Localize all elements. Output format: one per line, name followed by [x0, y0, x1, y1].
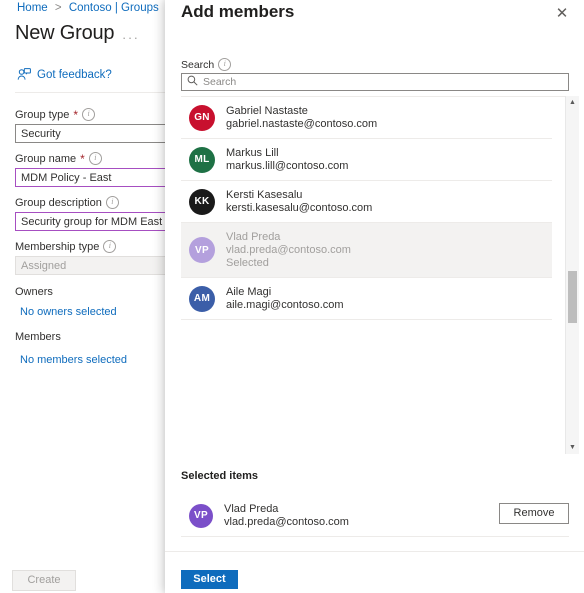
field-group-type: Group type * i Security: [15, 108, 172, 143]
scroll-up-icon[interactable]: ▲: [566, 96, 579, 109]
selected-item-email: vlad.preda@contoso.com: [224, 516, 349, 528]
group-name-input[interactable]: MDM Policy - East: [15, 168, 172, 187]
field-group-name-label: Group name * i: [15, 152, 172, 165]
scrollbar-thumb[interactable]: [568, 271, 577, 323]
select-button[interactable]: Select: [181, 570, 238, 589]
list-item-email: aile.magi@contoso.com: [226, 299, 344, 311]
list-item[interactable]: KK Kersti Kasesalu kersti.kasesalu@contoso…: [181, 181, 552, 223]
field-membership-type: Membership type i Assigned: [15, 240, 172, 275]
list-item-name: Kersti Kasesalu: [226, 189, 303, 201]
search-icon: [187, 75, 198, 89]
list-item-name: Vlad Preda: [226, 231, 281, 243]
info-icon[interactable]: i: [103, 240, 117, 253]
panel-title: Add members: [181, 2, 295, 21]
field-membership-type-label: Membership type i: [15, 240, 172, 253]
group-description-input[interactable]: Security group for MDM East: [15, 212, 172, 231]
members-heading: Members: [15, 331, 61, 343]
avatar: VP: [189, 503, 213, 528]
list-item-text: Gabriel Nastaste gabriel.nastaste@contoso…: [226, 105, 377, 130]
breadcrumb: Home > Contoso | Groups > Gr: [17, 2, 172, 14]
search-label-text: Search: [181, 58, 215, 71]
search-placeholder: Search: [203, 76, 237, 88]
info-icon[interactable]: i: [218, 58, 232, 71]
header-divider: [15, 92, 172, 93]
list-item-email: markus.lill@contoso.com: [226, 160, 349, 172]
breadcrumb-separator: >: [54, 2, 62, 14]
membership-type-select: Assigned: [15, 256, 172, 275]
list-item-email: vlad.preda@contoso.com: [226, 244, 351, 256]
breadcrumb-item-contoso-groups[interactable]: Contoso | Groups: [69, 2, 159, 14]
list-item[interactable]: ML Markus Lill markus.lill@contoso.com: [181, 139, 552, 181]
feedback-icon: [17, 68, 31, 81]
list-item-name: Gabriel Nastaste: [226, 105, 308, 117]
people-list[interactable]: GN Gabriel Nastaste gabriel.nastaste@conto…: [181, 96, 569, 455]
list-item-email: kersti.kasesalu@contoso.com: [226, 202, 373, 214]
info-icon[interactable]: i: [82, 108, 96, 121]
remove-button[interactable]: Remove: [499, 503, 569, 524]
avatar: AM: [189, 285, 215, 312]
search-label: Search i: [181, 58, 232, 71]
selected-item-row: VP Vlad Preda vlad.preda@contoso.com Rem…: [181, 495, 569, 537]
new-group-page: Home > Contoso | Groups > Gr New Group ·…: [0, 0, 172, 593]
list-item-text: Aile Magi aile.magi@contoso.com: [226, 286, 344, 311]
list-item-email: gabriel.nastaste@contoso.com: [226, 118, 378, 130]
owners-select-link[interactable]: No owners selected: [20, 306, 117, 318]
field-group-description-label: Group description i: [15, 196, 172, 209]
field-group-name: Group name * i MDM Policy - East: [15, 152, 172, 187]
label-text: Group description: [15, 196, 102, 209]
list-item-state: Selected: [226, 257, 269, 269]
more-options-button[interactable]: ···: [122, 30, 140, 45]
field-group-description: Group description i Security group for M…: [15, 196, 172, 231]
owners-heading: Owners: [15, 286, 53, 298]
info-icon[interactable]: i: [105, 196, 119, 209]
breadcrumb-home[interactable]: Home: [17, 2, 48, 14]
required-asterisk: *: [80, 151, 85, 166]
got-feedback-link[interactable]: Got feedback?: [17, 68, 112, 81]
close-icon[interactable]: ✕: [552, 4, 572, 24]
page-title: New Group: [15, 22, 115, 44]
selected-item-text: Vlad Preda vlad.preda@contoso.com: [224, 503, 349, 528]
avatar: VP: [189, 237, 215, 263]
label-text: Group type: [15, 108, 70, 121]
list-item[interactable]: AM Aile Magi aile.magi@contoso.com: [181, 278, 552, 320]
required-asterisk: *: [73, 107, 79, 122]
list-item[interactable]: GN Gabriel Nastaste gabriel.nastaste@conto…: [181, 97, 552, 139]
list-item[interactable]: VP Vlad Preda vlad.preda@contoso.com Select…: [181, 223, 552, 278]
got-feedback-label: Got feedback?: [37, 68, 112, 81]
list-item-name: Aile Magi: [226, 286, 272, 298]
field-group-type-label: Group type * i: [15, 108, 172, 121]
label-text: Membership type: [15, 240, 100, 253]
scroll-down-icon[interactable]: ▼: [566, 441, 579, 454]
list-item-name: Markus Lill: [226, 147, 279, 159]
members-select-link[interactable]: No members selected: [20, 354, 127, 366]
selected-item-name: Vlad Preda: [224, 503, 279, 515]
info-icon[interactable]: i: [88, 152, 102, 165]
group-type-select[interactable]: Security: [15, 124, 172, 143]
list-item-text: Markus Lill markus.lill@contoso.com: [226, 147, 348, 172]
list-item-text: Vlad Preda vlad.preda@contoso.com Selected: [226, 231, 351, 269]
search-input[interactable]: Search: [181, 73, 569, 91]
people-list-scrollbar[interactable]: ▲ ▼: [565, 96, 579, 454]
list-item-text: Kersti Kasesalu kersti.kasesalu@contoso.c…: [226, 189, 372, 214]
create-button: Create: [12, 570, 76, 591]
label-text: Group name: [15, 152, 77, 165]
avatar: ML: [189, 146, 215, 173]
avatar: GN: [189, 104, 215, 131]
avatar: KK: [189, 188, 215, 215]
